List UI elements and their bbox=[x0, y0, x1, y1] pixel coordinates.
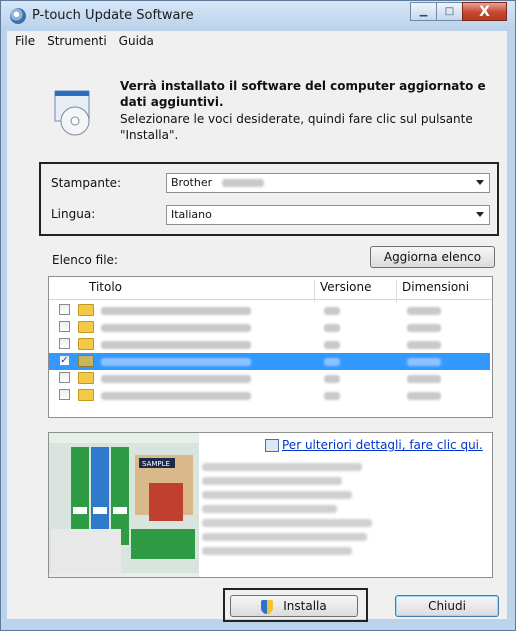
file-list-label: Elenco file: bbox=[52, 253, 118, 267]
printer-value: Brother bbox=[171, 176, 213, 189]
printer-select[interactable]: Brother bbox=[166, 173, 490, 193]
table-row[interactable]: ✓ bbox=[49, 353, 490, 370]
row-checkbox[interactable] bbox=[59, 372, 70, 383]
chevron-down-icon bbox=[476, 212, 484, 217]
details-link[interactable]: Per ulteriori dettagli, fare clic qui. bbox=[282, 438, 483, 452]
row-version bbox=[324, 307, 340, 315]
row-title bbox=[101, 307, 251, 315]
settings-panel: Stampante: Brother Lingua: Italiano bbox=[39, 162, 499, 236]
printer-label: Stampante: bbox=[51, 176, 122, 190]
row-checkbox[interactable] bbox=[59, 389, 70, 400]
row-title bbox=[101, 358, 251, 366]
row-title bbox=[101, 324, 251, 332]
list-header: Titolo Versione Dimensioni bbox=[49, 277, 492, 302]
row-version bbox=[324, 324, 340, 332]
client-area: Verrà installato il software del compute… bbox=[7, 51, 507, 622]
menu-file[interactable]: File bbox=[15, 34, 35, 48]
title-bar: P-touch Update Software ▁ □ X bbox=[1, 1, 515, 31]
info-panel: SAMPLE Per ulteriori dettagli, fare clic… bbox=[48, 432, 493, 578]
window-title: P-touch Update Software bbox=[32, 8, 194, 23]
menu-guida[interactable]: Guida bbox=[119, 34, 154, 48]
row-title bbox=[101, 341, 251, 349]
menu-bar: File Strumenti Guida bbox=[7, 31, 507, 52]
row-size bbox=[407, 341, 441, 349]
shield-icon bbox=[261, 599, 274, 614]
column-version[interactable]: Versione bbox=[320, 280, 372, 294]
table-row[interactable] bbox=[49, 370, 490, 387]
product-photo: SAMPLE bbox=[49, 433, 199, 577]
row-checkbox[interactable] bbox=[59, 304, 70, 315]
table-row[interactable] bbox=[49, 319, 490, 336]
row-title bbox=[101, 375, 251, 383]
software-disc-icon bbox=[54, 90, 90, 136]
row-version bbox=[324, 358, 340, 366]
language-select[interactable]: Italiano bbox=[166, 205, 490, 225]
chevron-down-icon bbox=[476, 180, 484, 185]
row-checkbox[interactable] bbox=[59, 321, 70, 332]
row-title bbox=[101, 392, 251, 400]
install-button[interactable]: Installa bbox=[230, 595, 358, 617]
language-label: Lingua: bbox=[51, 207, 96, 221]
row-size bbox=[407, 375, 441, 383]
column-title[interactable]: Titolo bbox=[89, 280, 122, 294]
sample-label: SAMPLE bbox=[142, 460, 170, 468]
row-checkbox[interactable] bbox=[59, 338, 70, 349]
row-version bbox=[324, 392, 340, 400]
app-icon bbox=[10, 8, 26, 24]
row-version bbox=[324, 341, 340, 349]
install-label: Installa bbox=[283, 599, 327, 613]
menu-strumenti[interactable]: Strumenti bbox=[47, 34, 107, 48]
header-instructions: Selezionare le voci desiderate, quindi f… bbox=[120, 112, 473, 142]
folder-icon bbox=[78, 321, 94, 333]
close-button[interactable]: Chiudi bbox=[395, 595, 499, 617]
folder-icon bbox=[78, 338, 94, 350]
table-row[interactable] bbox=[49, 387, 490, 404]
column-size[interactable]: Dimensioni bbox=[402, 280, 469, 294]
row-size bbox=[407, 392, 441, 400]
header-title: Verrà installato il software del compute… bbox=[120, 79, 486, 109]
row-version bbox=[324, 375, 340, 383]
row-size bbox=[407, 324, 441, 332]
language-value: Italiano bbox=[171, 208, 212, 221]
maximize-button[interactable]: □ bbox=[436, 2, 463, 21]
info-window-icon bbox=[265, 439, 279, 452]
folder-icon bbox=[78, 389, 94, 401]
minimize-button[interactable]: ▁ bbox=[410, 2, 437, 21]
row-size bbox=[407, 307, 441, 315]
row-checkbox[interactable]: ✓ bbox=[59, 355, 70, 366]
table-row[interactable] bbox=[49, 336, 490, 353]
folder-icon bbox=[78, 372, 94, 384]
close-window-button[interactable]: X bbox=[462, 2, 507, 21]
table-row[interactable] bbox=[49, 302, 490, 319]
file-list: Titolo Versione Dimensioni ✓ bbox=[48, 276, 493, 418]
refresh-list-button[interactable]: Aggiorna elenco bbox=[370, 246, 495, 268]
app-window: P-touch Update Software ▁ □ X File Strum… bbox=[0, 0, 516, 631]
folder-icon bbox=[78, 355, 94, 367]
row-size bbox=[407, 358, 441, 366]
folder-icon bbox=[78, 304, 94, 316]
